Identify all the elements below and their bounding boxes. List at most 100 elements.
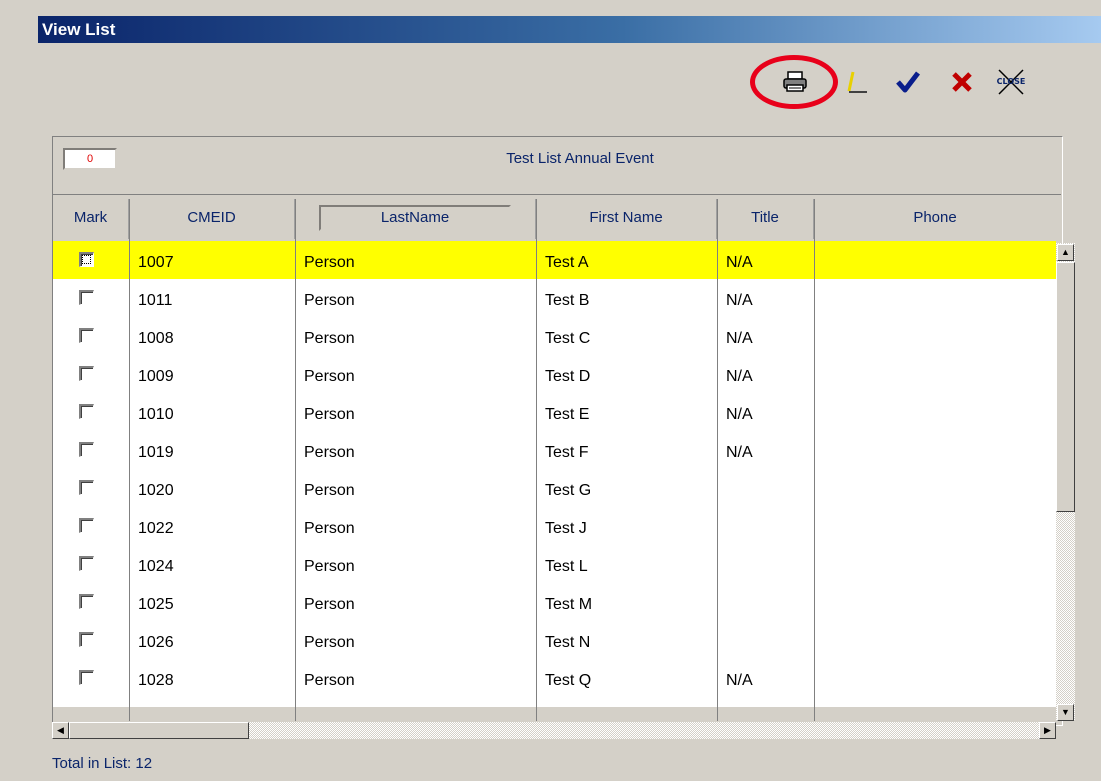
window-title-bar: View List — [38, 16, 1101, 43]
horizontal-scroll-thumb[interactable] — [69, 722, 249, 739]
cell-phone — [814, 507, 1056, 545]
mark-checkbox[interactable] — [79, 594, 94, 609]
cell-phone — [814, 431, 1056, 469]
cell-phone — [814, 621, 1056, 659]
cell-firstname: Test G — [545, 482, 592, 499]
cell-lastname: Person — [304, 254, 355, 271]
cell-phone — [814, 393, 1056, 431]
col-header-phone[interactable]: Phone — [814, 199, 1056, 239]
mark-checkbox[interactable] — [79, 518, 94, 533]
cell-cmeid: 1025 — [138, 596, 174, 613]
mark-checkbox[interactable] — [79, 366, 94, 381]
cell-firstname: Test J — [545, 520, 587, 537]
cell-cmeid: 1010 — [138, 406, 174, 423]
col-header-mark[interactable]: Mark — [53, 199, 129, 239]
cell-phone — [814, 317, 1056, 355]
col-divider — [536, 199, 537, 721]
cell-lastname: Person — [304, 444, 355, 461]
table-row[interactable]: 1009 Person Test D N/A — [53, 355, 1056, 393]
mark-checkbox[interactable] — [79, 556, 94, 571]
col-header-firstname[interactable]: First Name — [536, 199, 717, 239]
scroll-right-button[interactable]: ▶ — [1039, 722, 1056, 739]
column-header-row: Mark CMEID LastName First Name Title Pho… — [53, 199, 1056, 239]
x-delete-icon[interactable] — [946, 66, 978, 98]
col-header-lastname[interactable]: LastName — [295, 199, 536, 239]
cell-firstname: Test M — [545, 596, 593, 613]
cell-lastname: Person — [304, 368, 355, 385]
cell-cmeid: 1028 — [138, 672, 174, 689]
mark-checkbox[interactable] — [79, 480, 94, 495]
mark-checkbox[interactable] — [79, 670, 94, 685]
pencil-edit-icon[interactable] — [841, 66, 873, 98]
mark-checkbox[interactable] — [79, 632, 94, 647]
total-in-list: Total in List: 12 — [52, 755, 153, 772]
cell-title — [717, 469, 814, 507]
cell-cmeid: 1007 — [138, 254, 174, 271]
vertical-scroll-thumb[interactable] — [1056, 262, 1075, 512]
cell-title — [717, 507, 814, 545]
cell-phone — [814, 279, 1056, 317]
cell-lastname: Person — [304, 406, 355, 423]
table-row[interactable]: 1026 Person Test N — [53, 621, 1056, 659]
scroll-down-button[interactable]: ▼ — [1057, 704, 1074, 721]
table-row[interactable]: 1020 Person Test G — [53, 469, 1056, 507]
cell-cmeid: 1019 — [138, 444, 174, 461]
cell-phone — [814, 583, 1056, 621]
cell-firstname: Test B — [545, 292, 590, 309]
mark-checkbox[interactable] — [79, 442, 94, 457]
cell-cmeid: 1020 — [138, 482, 174, 499]
col-header-lastname-label: LastName — [318, 205, 512, 231]
col-divider — [129, 199, 130, 721]
cell-cmeid: 1008 — [138, 330, 174, 347]
scroll-up-button[interactable]: ▲ — [1057, 244, 1074, 261]
grid-bottom-strip — [53, 707, 1056, 721]
cell-lastname: Person — [304, 330, 355, 347]
window-title: View List — [42, 20, 116, 39]
cell-cmeid: 1022 — [138, 520, 174, 537]
cell-lastname: Person — [304, 292, 355, 309]
cell-lastname: Person — [304, 672, 355, 689]
cell-title — [717, 583, 814, 621]
cell-firstname: Test N — [545, 634, 591, 651]
close-icon[interactable]: CLOSE — [995, 66, 1027, 98]
list-count-box: 0 — [63, 148, 117, 170]
mark-checkbox[interactable] — [79, 252, 94, 267]
cell-title: N/A — [726, 444, 753, 461]
cell-firstname: Test C — [545, 330, 591, 347]
col-divider — [814, 199, 815, 721]
table-row[interactable]: 1011 Person Test B N/A — [53, 279, 1056, 317]
cell-cmeid: 1011 — [138, 292, 173, 309]
table-row[interactable]: 1019 Person Test F N/A — [53, 431, 1056, 469]
list-title: Test List Annual Event — [506, 150, 654, 167]
cell-firstname: Test F — [545, 444, 589, 461]
table-row[interactable]: 1028 Person Test Q N/A — [53, 659, 1056, 697]
cell-lastname: Person — [304, 634, 355, 651]
table-row[interactable]: 1022 Person Test J — [53, 507, 1056, 545]
table-row[interactable]: 1008 Person Test C N/A — [53, 317, 1056, 355]
scroll-left-button[interactable]: ◀ — [52, 722, 69, 739]
printer-icon[interactable] — [779, 66, 811, 98]
cell-title: N/A — [726, 292, 753, 309]
table-row[interactable]: 1007 Person Test A N/A — [53, 241, 1056, 279]
table-row[interactable]: 1010 Person Test E N/A — [53, 393, 1056, 431]
cell-firstname: Test L — [545, 558, 588, 575]
close-icon-label: CLOSE — [997, 77, 1026, 86]
cell-firstname: Test A — [545, 254, 589, 271]
cell-phone — [814, 659, 1056, 697]
cell-phone — [814, 545, 1056, 583]
cell-title: N/A — [726, 672, 753, 689]
cell-phone — [814, 469, 1056, 507]
checkmark-icon[interactable] — [892, 66, 924, 98]
col-header-cmeid[interactable]: CMEID — [129, 199, 295, 239]
table-row[interactable]: 1025 Person Test M — [53, 583, 1056, 621]
cell-title — [717, 621, 814, 659]
mark-checkbox[interactable] — [79, 328, 94, 343]
cell-title: N/A — [726, 330, 753, 347]
mark-checkbox[interactable] — [79, 404, 94, 419]
cell-lastname: Person — [304, 482, 355, 499]
list-rows: 1007 Person Test A N/A 1011 Person Test B N/A 10… — [53, 241, 1056, 707]
table-row[interactable]: 1024 Person Test L — [53, 545, 1056, 583]
cell-cmeid: 1024 — [138, 558, 174, 575]
mark-checkbox[interactable] — [79, 290, 94, 305]
col-header-title[interactable]: Title — [717, 199, 814, 239]
